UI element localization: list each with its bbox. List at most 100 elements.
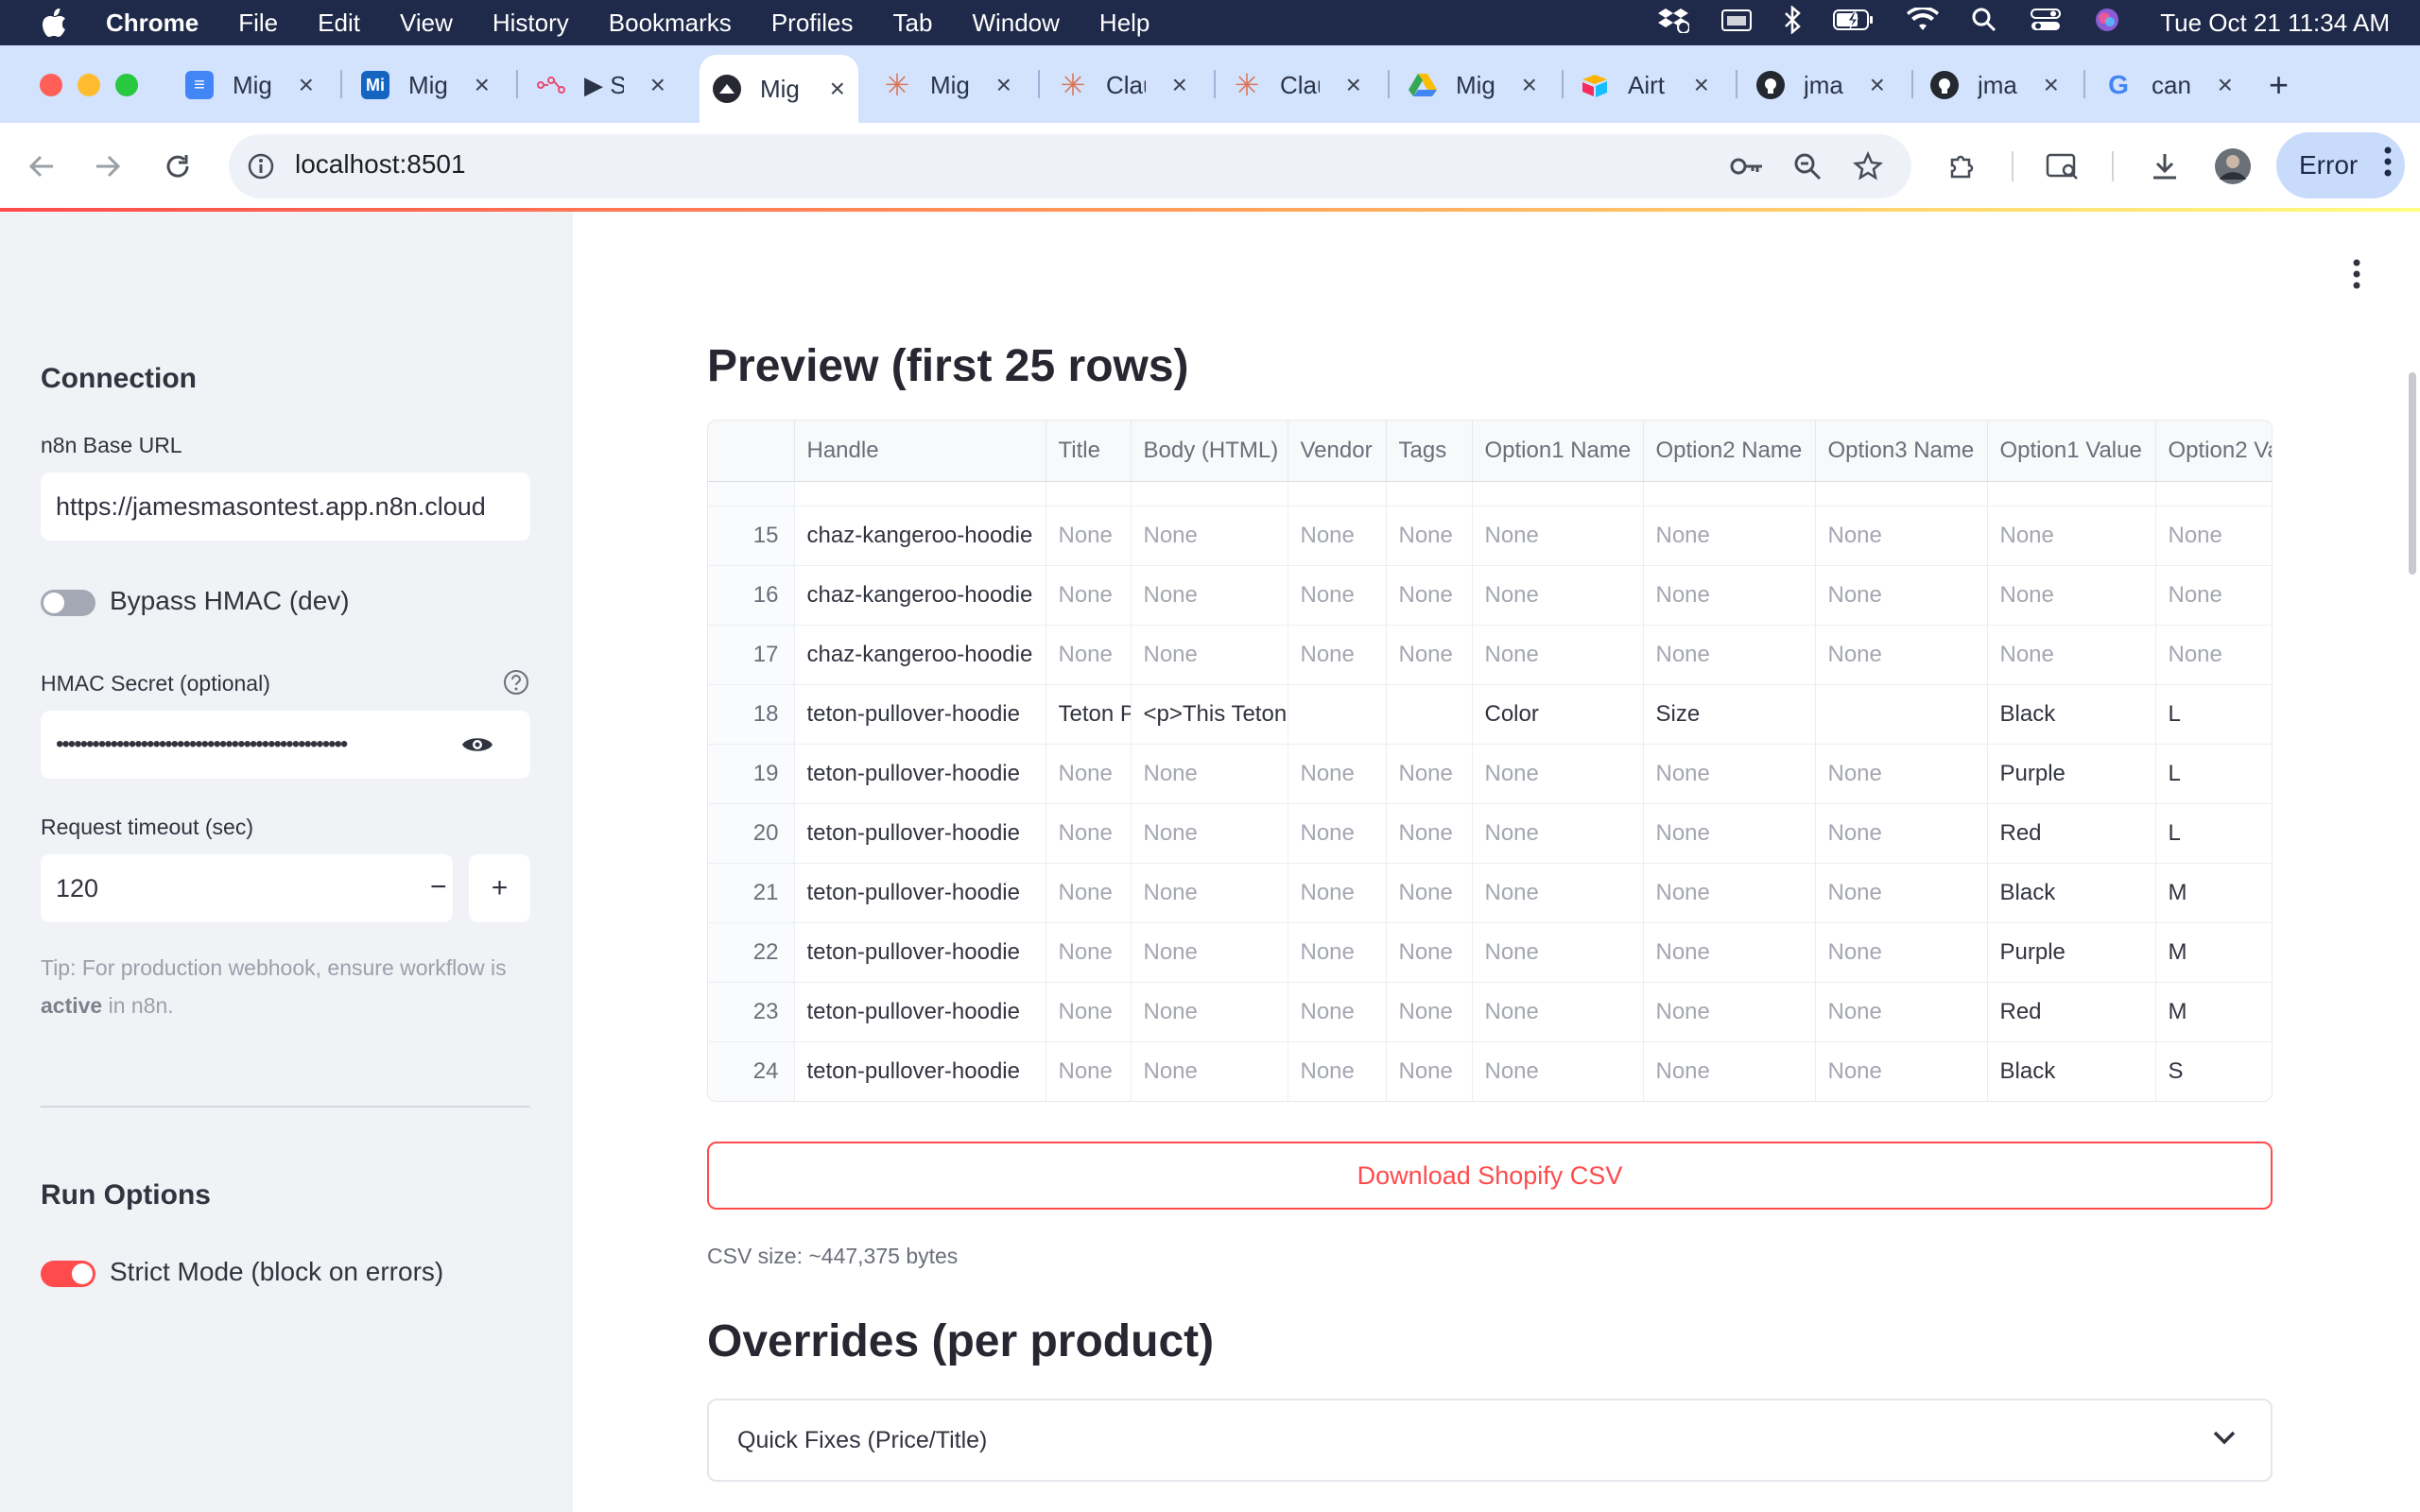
table-cell-title[interactable]: None: [1046, 1041, 1132, 1101]
table-cell-index[interactable]: 21: [708, 863, 795, 923]
column-header-handle[interactable]: Handle: [794, 421, 1046, 482]
tab-close-icon[interactable]: ×: [996, 70, 1011, 100]
table-cell-body-html[interactable]: None: [1131, 1041, 1288, 1101]
table-row[interactable]: 20 teton-pullover-hoodie None None None None N…: [708, 803, 2272, 864]
table-cell-handle[interactable]: teton-pullover-hoodie: [794, 684, 1046, 745]
table-cell-tags[interactable]: [1386, 684, 1473, 745]
table-cell-option1-value[interactable]: Black: [1987, 863, 2156, 923]
table-cell-option1-name[interactable]: None: [1472, 625, 1644, 685]
table-cell-handle[interactable]: teton-pullover-hoodie: [794, 922, 1046, 983]
table-cell-option3-name[interactable]: None: [1815, 625, 1988, 685]
spotlight-search-icon[interactable]: [1971, 7, 1997, 40]
table-cell-option1-value[interactable]: Black: [1987, 1041, 2156, 1101]
tab-close-icon[interactable]: ×: [299, 70, 314, 100]
table-cell-option2-value[interactable]: L: [2155, 744, 2272, 804]
table-cell-tags[interactable]: None: [1386, 982, 1473, 1042]
table-cell-handle[interactable]: chaz-kangeroo-hoodie: [794, 565, 1046, 626]
table-cell-index[interactable]: 23: [708, 982, 795, 1042]
tab-close-icon[interactable]: ×: [2218, 70, 2233, 100]
base-url-input[interactable]: https://jamesmasontest.app.n8n.cloud: [41, 472, 530, 541]
table-cell-index[interactable]: 22: [708, 922, 795, 983]
table-cell-option2-value[interactable]: M: [2155, 863, 2272, 923]
table-cell-option1-name[interactable]: None: [1472, 982, 1644, 1042]
table-cell-index[interactable]: 17: [708, 625, 795, 685]
strict-mode-toggle[interactable]: [41, 1261, 95, 1287]
table-cell-index[interactable]: 18: [708, 684, 795, 745]
table-cell-option2-name[interactable]: None: [1643, 982, 1816, 1042]
table-cell-vendor[interactable]: None: [1288, 1041, 1387, 1101]
table-cell-vendor[interactable]: None: [1288, 922, 1387, 983]
menu-view[interactable]: View: [400, 9, 453, 38]
site-info-icon[interactable]: [240, 146, 282, 187]
table-cell-body-html[interactable]: None: [1131, 982, 1288, 1042]
table-cell-title[interactable]: None: [1046, 744, 1132, 804]
table-cell-body-html[interactable]: None: [1131, 565, 1288, 626]
table-cell-title[interactable]: None: [1046, 506, 1132, 566]
browser-tab[interactable]: Airt ×: [1581, 57, 1722, 113]
table-cell-option2-name[interactable]: None: [1643, 863, 1816, 923]
table-cell-option2-value[interactable]: M: [2155, 982, 2272, 1042]
browser-tab[interactable]: ✳ Mig ×: [883, 57, 1025, 113]
table-cell-option3-name[interactable]: None: [1815, 922, 1988, 983]
table-cell-option1-name[interactable]: None: [1472, 744, 1644, 804]
table-cell-title[interactable]: Teton P: [1046, 684, 1132, 745]
table-cell-handle[interactable]: chaz-kangeroo-hoodie: [794, 506, 1046, 566]
browser-tab[interactable]: Mi Mig ×: [361, 57, 503, 113]
tab-close-icon[interactable]: ×: [830, 74, 845, 104]
table-cell-index[interactable]: 20: [708, 803, 795, 864]
table-cell-vendor[interactable]: None: [1288, 803, 1387, 864]
table-cell-tags[interactable]: None: [1386, 863, 1473, 923]
table-cell-option2-value[interactable]: None: [2155, 565, 2272, 626]
table-cell-option1-name[interactable]: None: [1472, 803, 1644, 864]
table-cell-option1-value[interactable]: Purple: [1987, 922, 2156, 983]
window-zoom-button[interactable]: [115, 74, 138, 96]
table-cell-option2-name[interactable]: None: [1643, 744, 1816, 804]
table-cell-body-html[interactable]: <p>This Teton: [1131, 684, 1288, 745]
table-cell-option3-name[interactable]: None: [1815, 1041, 1988, 1101]
table-cell-body-html[interactable]: None: [1131, 506, 1288, 566]
browser-tab[interactable]: jma ×: [1930, 57, 2072, 113]
table-cell-vendor[interactable]: None: [1288, 506, 1387, 566]
address-bar[interactable]: [229, 134, 1911, 198]
bluetooth-icon[interactable]: [1784, 4, 1802, 41]
tab-close-icon[interactable]: ×: [1870, 70, 1885, 100]
column-header-option3-name[interactable]: Option3 Name: [1815, 421, 1988, 482]
new-tab-button[interactable]: +: [2269, 57, 2316, 113]
window-close-button[interactable]: [40, 74, 62, 96]
quick-fixes-expander[interactable]: Quick Fixes (Price/Title): [707, 1399, 2273, 1482]
table-cell-option1-name[interactable]: None: [1472, 922, 1644, 983]
table-cell-vendor[interactable]: None: [1288, 625, 1387, 685]
window-minimize-button[interactable]: [78, 74, 100, 96]
tab-close-icon[interactable]: ×: [1522, 70, 1537, 100]
table-cell-option2-name[interactable]: None: [1643, 922, 1816, 983]
table-cell-option1-value[interactable]: None: [1987, 565, 2156, 626]
download-shopify-csv-button[interactable]: Download Shopify CSV: [707, 1142, 2273, 1210]
menu-file[interactable]: File: [238, 9, 278, 38]
browser-tab[interactable]: ▶ S ×: [537, 57, 679, 113]
app-menu-kebab-icon[interactable]: [2342, 255, 2371, 293]
table-cell-title[interactable]: None: [1046, 803, 1132, 864]
table-cell-option2-value[interactable]: L: [2155, 684, 2272, 745]
menu-tab[interactable]: Tab: [893, 9, 933, 38]
preview-data-grid[interactable]: Handle Title Body (HTML) Vendor Tags Opt…: [707, 420, 2273, 1102]
table-cell-body-html[interactable]: None: [1131, 625, 1288, 685]
table-cell-option2-value[interactable]: L: [2155, 803, 2272, 864]
url-text[interactable]: localhost:8501: [295, 149, 466, 180]
bypass-hmac-toggle[interactable]: [41, 590, 95, 616]
table-cell-option3-name[interactable]: None: [1815, 803, 1988, 864]
table-cell-handle[interactable]: chaz-kangeroo-hoodie: [794, 625, 1046, 685]
calendar-status-icon[interactable]: [1721, 8, 1753, 39]
browser-tab[interactable]: ≡ Mig ×: [185, 57, 327, 113]
table-cell-tags[interactable]: None: [1386, 744, 1473, 804]
menubar-clock[interactable]: Tue Oct 21 11:34 AM: [2160, 9, 2390, 38]
column-header-vendor[interactable]: Vendor: [1288, 421, 1387, 482]
menu-profiles[interactable]: Profiles: [771, 9, 854, 38]
table-cell-handle[interactable]: teton-pullover-hoodie: [794, 744, 1046, 804]
table-cell-option1-name[interactable]: None: [1472, 1041, 1644, 1101]
column-header-option2-name[interactable]: Option2 Name: [1643, 421, 1816, 482]
table-row[interactable]: 22 teton-pullover-hoodie None None None None N…: [708, 922, 2272, 983]
table-cell-option2-value[interactable]: M: [2155, 922, 2272, 983]
table-row[interactable]: 16 chaz-kangeroo-hoodie None None None None No…: [708, 565, 2272, 626]
table-row[interactable]: 24 teton-pullover-hoodie None None None None N…: [708, 1041, 2272, 1101]
table-cell-tags[interactable]: None: [1386, 922, 1473, 983]
